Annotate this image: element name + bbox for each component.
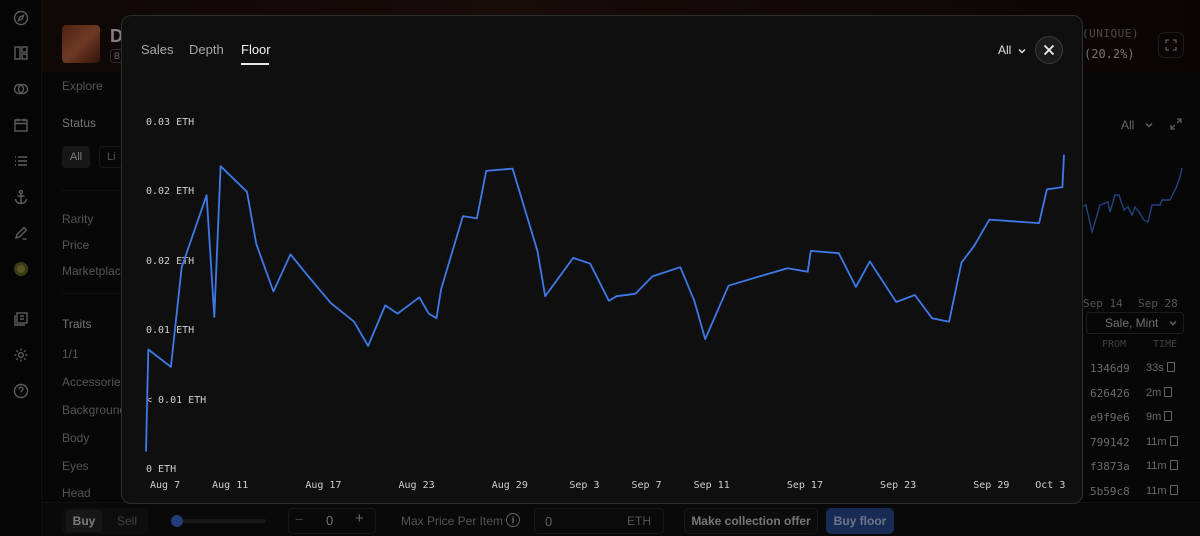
y-axis-tick-label: 0.02 ETH — [146, 256, 194, 267]
x-axis-tick-label: Aug 17 — [305, 480, 341, 491]
x-axis-tick-label: Sep 7 — [632, 480, 662, 491]
x-axis-tick-label: Oct 3 — [1035, 480, 1065, 491]
x-axis-tick-label: Aug 29 — [492, 480, 528, 491]
floor-chart-modal: Sales Depth Floor All 0 ETH < 0.01 ETH 0.0… — [121, 15, 1083, 504]
x-axis-tick-label: Sep 29 — [973, 480, 1009, 491]
x-axis-tick-label: Sep 11 — [694, 480, 730, 491]
y-axis-tick-label: < 0.01 ETH — [146, 395, 206, 406]
x-axis-tick-label: Aug 11 — [212, 480, 248, 491]
floor-price-chart: 0 ETH < 0.01 ETH 0.01 ETH 0.02 ETH 0.02 ETH 0… — [145, 117, 1065, 491]
x-axis-tick-label: Aug 7 — [150, 480, 180, 491]
y-axis-tick-label: 0 ETH — [146, 464, 176, 475]
y-axis-tick-label: 0.01 ETH — [146, 325, 194, 336]
x-axis-tick-label: Sep 3 — [569, 480, 599, 491]
y-axis-tick-label: 0.03 ETH — [146, 117, 194, 128]
floor-price-series-line[interactable] — [145, 154, 1065, 452]
x-axis-tick-label: Sep 17 — [787, 480, 823, 491]
x-axis-tick-label: Aug 23 — [399, 480, 435, 491]
y-axis-tick-label: 0.02 ETH — [146, 186, 194, 197]
x-axis-tick-label: Sep 23 — [880, 480, 916, 491]
